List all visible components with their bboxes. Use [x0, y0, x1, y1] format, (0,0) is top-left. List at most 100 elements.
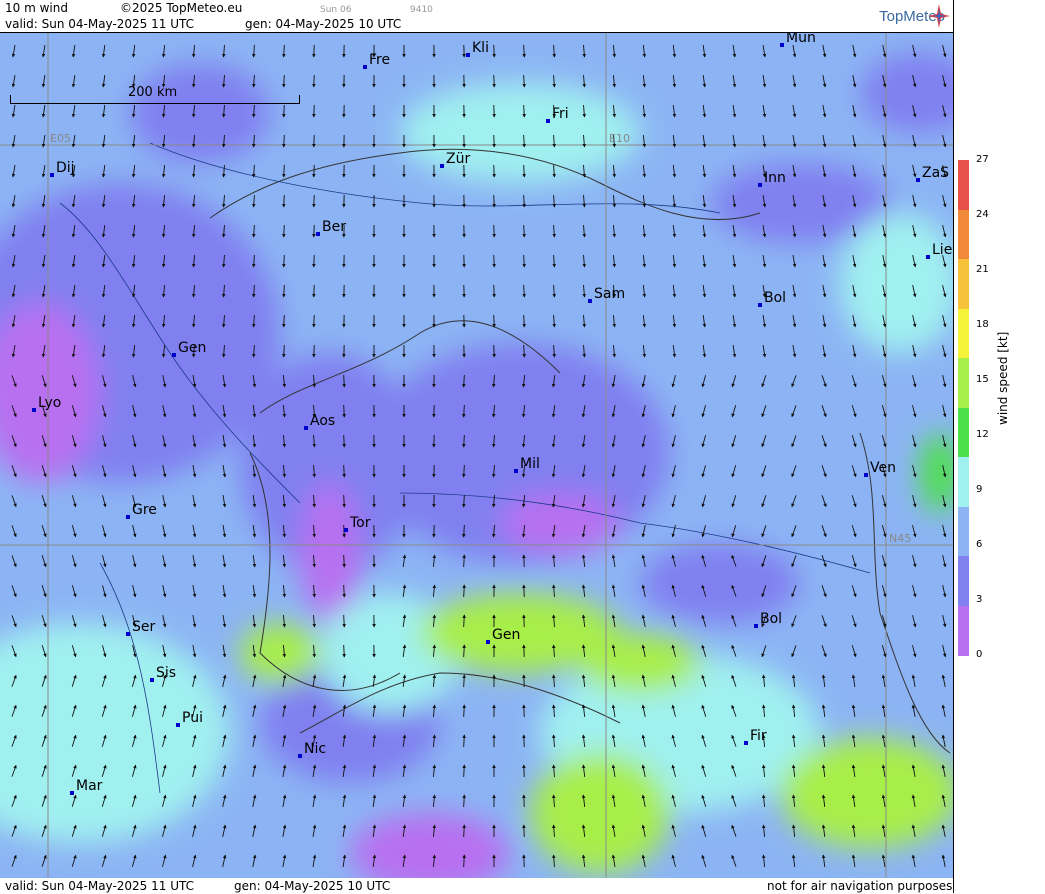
- city-marker-icon: [70, 791, 74, 795]
- city-name: Sam: [594, 287, 625, 301]
- city-name: Mar: [76, 779, 102, 793]
- city-marker-icon: [744, 741, 748, 745]
- city-name: Gen: [492, 628, 520, 642]
- city-name: Kli: [472, 41, 489, 55]
- legend-unit-label: wind speed [kt]: [996, 332, 1010, 425]
- scale-label: 200 km: [128, 85, 177, 100]
- city-marker-icon: [316, 232, 320, 236]
- city-name: Ser: [132, 620, 155, 634]
- legend-tick-label: 3: [976, 594, 982, 605]
- wind-arrow: [344, 495, 345, 507]
- wind-arrow: [344, 555, 345, 567]
- footer-valid-time: valid: Sun 04-May-2025 11 UTC: [5, 878, 194, 894]
- wind-arrow: [464, 555, 465, 567]
- wind-arrow: [464, 825, 465, 837]
- city-marker-icon: [758, 303, 762, 307]
- city-name: Inn: [764, 171, 786, 185]
- grid-label-n45: N45: [889, 532, 911, 545]
- city-name: Aos: [310, 414, 335, 428]
- city-marker-icon: [514, 469, 518, 473]
- city-marker-icon: [344, 528, 348, 532]
- legend-swatch: [958, 309, 969, 359]
- wind-arrow: [284, 315, 285, 327]
- city-marker-icon: [50, 173, 54, 177]
- wind-arrow: [284, 345, 285, 357]
- city-marker-icon: [176, 723, 180, 727]
- legend-swatch: [958, 358, 969, 408]
- city-marker-icon: [864, 473, 868, 477]
- legend-swatch: [958, 408, 969, 458]
- wind-arrow: [344, 615, 345, 627]
- city-name: Lie: [932, 243, 952, 257]
- legend-tick-label: 6: [976, 539, 982, 550]
- city-name: Bol: [764, 291, 786, 305]
- city-name: Lyo: [38, 396, 61, 410]
- city-marker-icon: [304, 426, 308, 430]
- city-name: Sis: [156, 666, 176, 680]
- city-name: Mil: [520, 457, 540, 471]
- wind-arrow: [344, 645, 345, 657]
- city-name: Zür: [446, 152, 470, 166]
- wind-arrow: [284, 135, 285, 147]
- city-name: Ven: [870, 461, 896, 475]
- wind-arrow: [464, 585, 465, 597]
- city-marker-icon: [486, 640, 490, 644]
- city-marker-icon: [298, 754, 302, 758]
- city-name: Tor: [350, 516, 371, 530]
- legend-swatch: [958, 259, 969, 309]
- city-name: Nic: [304, 742, 326, 756]
- wind-arrow: [284, 225, 285, 237]
- legend-tick-label: 21: [976, 264, 989, 275]
- wind-field: [0, 33, 953, 879]
- city-name: ZaS: [922, 166, 949, 180]
- generated-time: gen: 04-May-2025 10 UTC: [245, 16, 401, 32]
- legend-color-bar: [958, 160, 969, 655]
- wind-arrow: [284, 195, 285, 207]
- city-marker-icon: [916, 178, 920, 182]
- city-marker-icon: [363, 65, 367, 69]
- color-legend: 2724211815129630: [953, 0, 1045, 893]
- city-marker-icon: [546, 119, 550, 123]
- wind-arrow: [464, 855, 465, 867]
- wind-arrow: [464, 795, 465, 807]
- navigation-disclaimer: not for air navigation purposes: [767, 878, 952, 894]
- city-name: Dij: [56, 161, 75, 175]
- legend-tick-label: 12: [976, 429, 989, 440]
- city-marker-icon: [466, 53, 470, 57]
- legend-swatch: [958, 160, 969, 210]
- wind-arrow: [464, 645, 465, 657]
- city-name: Ber: [322, 220, 346, 234]
- grid-label-e10: E10: [609, 132, 630, 145]
- parameter-label: 10 m wind: [5, 0, 68, 16]
- city-name: Mün: [786, 32, 816, 45]
- logo-star-icon: [928, 4, 950, 28]
- city-marker-icon: [780, 43, 784, 47]
- city-marker-icon: [32, 408, 36, 412]
- footer: valid: Sun 04-May-2025 11 UTC gen: 04-Ma…: [0, 878, 1045, 893]
- city-name: Fir: [750, 729, 767, 743]
- legend-swatch: [958, 457, 969, 507]
- wind-arrow: [344, 585, 345, 597]
- legend-tick-label: 24: [976, 209, 989, 220]
- wind-arrow: [284, 285, 285, 297]
- copyright: ©2025 TopMeteo.eu: [120, 0, 242, 16]
- city-name: Gre: [132, 503, 157, 517]
- city-marker-icon: [754, 624, 758, 628]
- wind-arrow: [284, 105, 285, 117]
- city-marker-icon: [926, 255, 930, 259]
- city-name: Bol: [760, 612, 782, 626]
- wind-arrow: [344, 435, 345, 447]
- valid-time: valid: Sun 04-May-2025 11 UTC: [5, 16, 194, 32]
- city-name: Fre: [369, 53, 390, 67]
- legend-tick-label: 0: [976, 649, 982, 660]
- legend-swatch: [958, 507, 969, 557]
- wind-arrow: [344, 405, 345, 417]
- city-marker-icon: [758, 183, 762, 187]
- wind-arrow: [464, 615, 465, 627]
- city-name: Pui: [182, 711, 203, 725]
- legend-tick-label: 27: [976, 154, 989, 165]
- grid-label-e05: E05: [50, 132, 71, 145]
- wind-arrow: [344, 465, 345, 477]
- wind-map[interactable]: 200 km E05 E10 N45 KliMünFreFriDijZürInn…: [0, 32, 953, 880]
- legend-tick-label: 15: [976, 374, 989, 385]
